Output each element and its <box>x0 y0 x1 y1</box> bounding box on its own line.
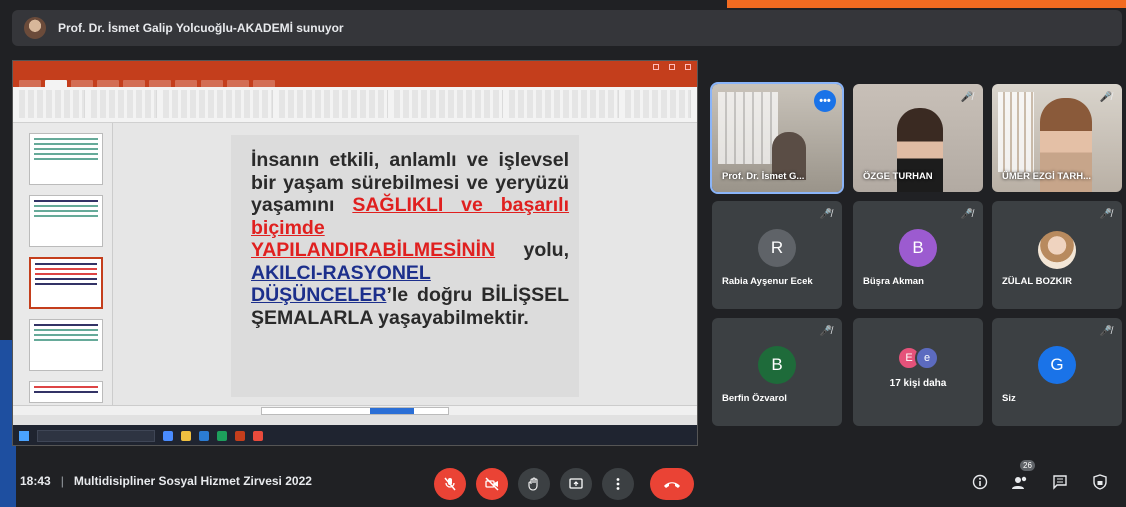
slide-thumbnails <box>13 123 113 405</box>
mic-off-icon <box>444 477 456 491</box>
participant-bubbles: E e <box>897 346 939 370</box>
meeting-info: 18:43 | Multidisipliner Sosyal Hizmet Zi… <box>20 474 312 488</box>
slide-thumbnail <box>29 195 103 247</box>
participant-tile[interactable]: ••• Prof. Dr. İsmet G... <box>710 82 844 194</box>
avatar: R <box>758 229 796 267</box>
participant-tile[interactable]: 🎤̸ ÜMER EZGİ TARH... <box>992 84 1122 192</box>
participant-tile[interactable]: 🎤̸ B Büşra Akman <box>853 201 983 309</box>
raise-hand-button[interactable] <box>518 468 550 500</box>
mic-off-icon: 🎤̸ <box>1099 326 1112 337</box>
end-call-icon <box>664 482 680 488</box>
participant-tile[interactable]: 🎤̸ B Berfin Özvarol <box>712 318 842 426</box>
participant-name: Siz <box>1002 393 1016 404</box>
powerpoint-icon <box>235 431 245 441</box>
windows-taskbar <box>13 425 697 445</box>
meeting-time: 18:43 <box>20 474 51 488</box>
shared-screen[interactable]: İnsanın etkili, anlamlı ve işlevsel bir … <box>12 60 698 446</box>
raise-hand-icon <box>528 477 538 491</box>
participant-name: ZÜLAL BOZKIR <box>1002 276 1073 287</box>
taskbar-search <box>37 430 155 442</box>
ribbon <box>13 87 697 123</box>
powerpoint-titlebar <box>13 61 697 75</box>
mic-off-icon: 🎤̸ <box>960 209 973 220</box>
more-participants-label: 17 kişi daha <box>889 378 947 389</box>
participant-tile[interactable]: 🎤̸ ÖZGE TURHAN <box>853 84 983 192</box>
mic-off-icon: 🎤̸ <box>819 326 832 337</box>
self-tile[interactable]: 🎤̸ G Siz <box>992 318 1122 426</box>
people-count-badge: 26 <box>1020 460 1035 471</box>
more-participants-tile[interactable]: E e 17 kişi daha <box>853 318 983 426</box>
mic-toggle-button[interactable] <box>434 468 466 500</box>
presenter-avatar <box>24 17 46 39</box>
people-icon[interactable] <box>1011 474 1029 494</box>
mic-off-icon: 🎤̸ <box>819 209 832 220</box>
slide-thumbnail <box>29 319 103 371</box>
mic-off-icon: 🎤̸ <box>1099 92 1112 103</box>
notice-banner <box>261 407 449 415</box>
app-icon <box>217 431 227 441</box>
top-accent-bar <box>727 0 1126 8</box>
present-button[interactable] <box>560 468 592 500</box>
avatar: B <box>758 346 796 384</box>
avatar: G <box>1038 346 1076 384</box>
slide: İnsanın etkili, anlamlı ve işlevsel bir … <box>231 135 579 397</box>
avatar: B <box>899 229 937 267</box>
slide-thumbnail-selected <box>29 257 103 309</box>
presenter-label: Prof. Dr. İsmet Galip Yolcuoğlu-AKADEMİ … <box>58 21 344 35</box>
end-call-button[interactable] <box>650 468 694 500</box>
separator: | <box>60 474 64 488</box>
camera-toggle-button[interactable] <box>476 468 508 500</box>
slide-thumbnail <box>29 133 103 185</box>
avatar <box>1038 231 1076 269</box>
info-icon[interactable] <box>972 474 988 494</box>
more-options-button[interactable] <box>602 468 634 500</box>
chat-icon[interactable] <box>1052 474 1068 494</box>
mic-off-icon: 🎤̸ <box>1099 209 1112 220</box>
slide-canvas: İnsanın etkili, anlamlı ve işlevsel bir … <box>113 123 697 405</box>
windows-start-icon <box>19 431 29 441</box>
participant-name: Berfin Özvarol <box>722 393 787 404</box>
more-options-icon[interactable]: ••• <box>814 90 836 112</box>
participant-name: Büşra Akman <box>863 276 924 287</box>
ribbon-tabs <box>13 75 697 87</box>
participant-tile[interactable]: 🎤̸ ZÜLAL BOZKIR <box>992 201 1122 309</box>
participant-name: Rabia Ayşenur Ecek <box>722 276 813 287</box>
avatar: e <box>915 346 939 370</box>
notes-bar <box>13 405 697 415</box>
participant-name: ÜMER EZGİ TARH... <box>1002 171 1092 182</box>
more-options-icon <box>616 478 620 490</box>
app-icon <box>163 431 173 441</box>
window-controls <box>653 64 691 70</box>
participant-name: Prof. Dr. İsmet G... <box>722 171 805 182</box>
folder-icon <box>181 431 191 441</box>
app-icon <box>199 431 209 441</box>
slide-text-part: yolu, <box>495 239 569 261</box>
present-icon <box>569 478 583 489</box>
slide-text: İnsanın etkili, anlamlı ve işlevsel bir … <box>251 149 569 329</box>
camera-off-icon <box>485 477 499 491</box>
slide-thumbnail <box>29 381 103 403</box>
presenter-bar: Prof. Dr. İsmet Galip Yolcuoğlu-AKADEMİ … <box>12 10 1122 46</box>
participant-name: ÖZGE TURHAN <box>863 171 933 182</box>
participant-tile[interactable]: 🎤̸ R Rabia Ayşenur Ecek <box>712 201 842 309</box>
app-icon <box>253 431 263 441</box>
meeting-title: Multidisipliner Sosyal Hizmet Zirvesi 20… <box>73 474 312 488</box>
status-bar <box>13 415 697 425</box>
mic-off-icon: 🎤̸ <box>960 92 973 103</box>
activities-icon[interactable] <box>1092 474 1108 494</box>
